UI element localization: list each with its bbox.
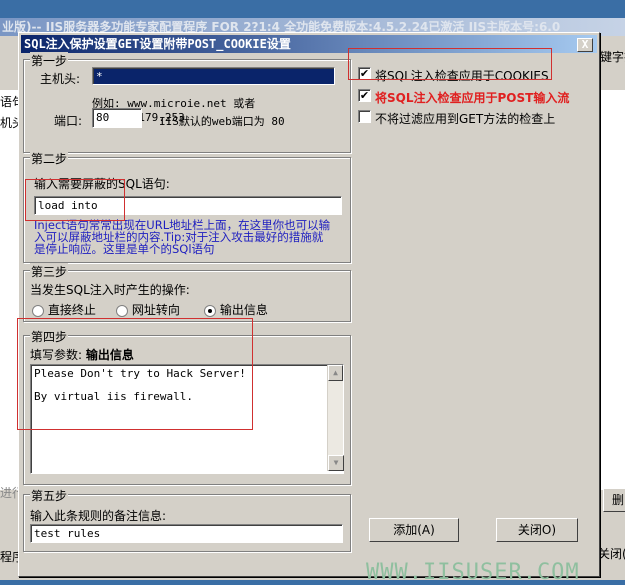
background-text: 键字护 <box>600 50 625 64</box>
radio-icon[interactable] <box>32 304 44 317</box>
note-label: 输入此条规则的备注信息: <box>30 509 167 523</box>
option-label: 不将过滤应用到GET方法的检查上 <box>375 112 556 126</box>
scrollbar[interactable]: ▲ ▼ <box>327 365 344 471</box>
port-label: 端口: <box>54 114 83 128</box>
annotation-box <box>17 318 253 430</box>
step1-legend: 第一步 <box>30 52 69 69</box>
scroll-down-icon[interactable]: ▼ <box>328 455 344 471</box>
radio-terminate[interactable]: 直接终止 <box>32 301 96 318</box>
port-hint: IIS默认的web端口为 80 <box>159 115 285 128</box>
step3-group: 第三步 当发生SQL注入时产生的操作: 直接终止 网址转向 输出信息 <box>23 263 351 322</box>
annotation-box <box>348 48 552 80</box>
desktop-top-bar <box>0 0 625 18</box>
checkbox-post[interactable]: ✔ <box>358 89 371 102</box>
port-input[interactable]: 80 <box>92 108 142 128</box>
dialog-title: SQL注入保护设置GET设置附带POST_COOKIE设置 <box>24 37 291 51</box>
radio-label: 网址转向 <box>131 303 180 317</box>
background-delete-button[interactable]: 删 <box>603 488 625 512</box>
close-button[interactable]: 关闭O) <box>496 518 578 542</box>
annotation-box <box>25 179 125 221</box>
action-label: 当发生SQL注入时产生的操作: <box>30 283 190 297</box>
note-input[interactable]: test rules <box>30 524 343 543</box>
sql-hint: Inject语句常常出现在URL地址栏上面，在这里你也可以输入可以屏蔽地址栏的内… <box>34 218 331 256</box>
radio-output[interactable]: 输出信息 <box>204 301 268 318</box>
add-button[interactable]: 添加(A) <box>369 518 459 542</box>
step3-legend: 第三步 <box>30 263 69 280</box>
step2-legend: 第二步 <box>30 150 69 167</box>
radio-icon[interactable] <box>116 304 128 317</box>
background-text: 关闭( <box>598 547 625 561</box>
scroll-up-icon[interactable]: ▲ <box>328 365 343 381</box>
host-label: 主机头: <box>40 72 81 86</box>
step1-group: 第一步 主机头: * 例如: www.microie.net 或者 61.188… <box>23 52 351 153</box>
taskbar-strip <box>0 580 625 585</box>
step5-group: 第五步 输入此条规则的备注信息: test rules <box>23 487 351 552</box>
radio-label: 直接终止 <box>47 303 96 317</box>
radio-icon[interactable] <box>204 304 216 317</box>
checkbox-no-get[interactable] <box>358 110 371 123</box>
option-label: 将SQL注入检查应用于POST输入流 <box>375 91 570 105</box>
step5-legend: 第五步 <box>30 487 69 504</box>
sql-injection-dialog: SQL注入保护设置GET设置附带POST_COOKIE设置 X 第一步 主机头:… <box>18 32 600 577</box>
host-input[interactable]: * <box>92 67 335 85</box>
close-icon[interactable]: X <box>577 38 593 52</box>
radio-redirect[interactable]: 网址转向 <box>116 301 180 318</box>
radio-label: 输出信息 <box>219 303 268 317</box>
